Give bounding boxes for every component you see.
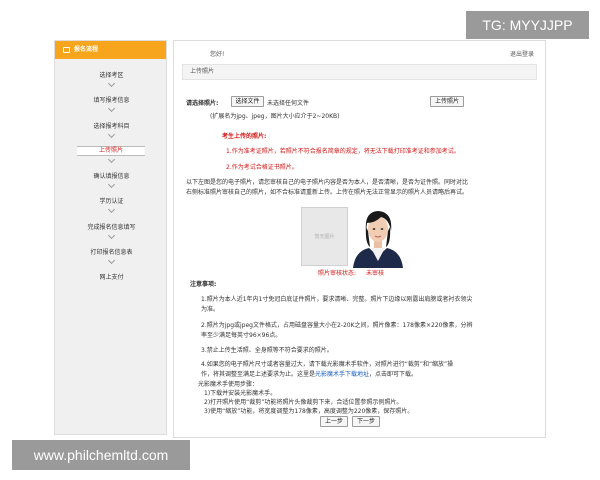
step-2: 2)打开照片使用“裁剪”功能将照片头像裁剪下来，合适位置参照示例照片。: [204, 399, 403, 406]
sidebar-item-degree-verify[interactable]: 学历认证: [55, 197, 168, 214]
section-title: 上传照片: [182, 64, 537, 80]
watermark-bottom: www.philchemltd.com: [12, 440, 190, 470]
chevron-down-icon: [107, 180, 116, 189]
step-1: 1)下载并安装光影魔术手。: [204, 390, 277, 397]
sidebar-item-label: 选择考区: [99, 72, 124, 79]
main-panel: 您好! 退出登录 上传照片 请选择照片: 选择文件 未选择任何文件 上传照片 (…: [173, 40, 546, 438]
logout-link[interactable]: 退出登录: [510, 49, 534, 58]
chevron-down-icon: [107, 205, 116, 214]
sidebar-item-confirm-info[interactable]: 确认填报信息: [55, 172, 168, 189]
sidebar-item-label: 完成报名信息填写: [87, 224, 136, 231]
note-4-text-end: ，点击即可下载。: [369, 371, 418, 378]
sidebar-item-label: 网上支付: [99, 274, 124, 281]
note-1-line-2: 为准。: [201, 306, 220, 313]
top-bar: 您好! 退出登录: [174, 41, 545, 63]
upload-label: 请选择照片:: [186, 100, 219, 107]
note-4-line-2: 作，将其调整至满足上述要求为止。这里是光影魔术手下载地址，点击即可下载。: [201, 369, 417, 378]
sidebar-item-label: 学历认证: [99, 198, 124, 205]
sample-portrait-image: [351, 203, 405, 268]
requirements-title: 考生上传的照片:: [222, 133, 267, 140]
list-icon: [63, 47, 70, 53]
download-link[interactable]: 光影魔术手下载地址: [315, 371, 369, 378]
note-2-line-2: 率至少满足每英寸96×96点。: [201, 332, 282, 339]
no-file-text: 未选择任何文件: [267, 100, 310, 107]
notes-title: 注意事项:: [190, 281, 217, 288]
sidebar-item-label: 填写报考信息: [93, 97, 130, 104]
sidebar-item-label: 选择报考科目: [93, 123, 130, 130]
chevron-down-icon: [107, 104, 116, 113]
sidebar-item-fill-info[interactable]: 填写报考信息: [55, 96, 168, 113]
file-format-hint: (扩展名为jpg、jpeg，图片大小应介于2~20KB): [210, 113, 340, 120]
sidebar-item-label: 打印报名信息表: [90, 249, 133, 256]
steps-title: 光影魔术手使用步骤：: [198, 381, 259, 388]
photo-status-value: 未审核: [366, 270, 385, 277]
step-3: 3)使用“缩放”功能，将宽度调整为178像素，高度调整为220像素，保存照片。: [204, 408, 414, 415]
prev-step-button[interactable]: 上一步: [320, 416, 348, 427]
sidebar-item-label: 确认填报信息: [93, 173, 130, 180]
sidebar-item-complete-info[interactable]: 完成报名信息填写: [55, 223, 168, 240]
uploaded-photo-placeholder: 暂无图片: [301, 207, 348, 266]
chevron-down-icon: [107, 231, 116, 240]
note-3: 3.禁止上传生活照、全身照等不符合要求的照片。: [201, 347, 333, 354]
sidebar-item-select-subjects[interactable]: 选择报考科目: [55, 122, 168, 139]
watermark-top: TG: MYYJJPP: [466, 11, 589, 39]
sidebar-item-select-region[interactable]: 选择考区: [55, 71, 168, 88]
upload-photo-button[interactable]: 上传照片: [430, 96, 464, 107]
requirement-2: 2.作为考试合格证书照片。: [226, 164, 298, 171]
chevron-down-icon: [107, 130, 116, 139]
chevron-down-icon: [107, 79, 116, 88]
sidebar-header: 报名流程: [55, 41, 166, 59]
sidebar-item-online-payment[interactable]: 网上支付: [55, 273, 168, 282]
intro-line-2: 右侧标准照片审核自己的照片，如不合标准请重新上传。上传在照片无法正常显示的照片人…: [186, 189, 469, 196]
greeting: 您好!: [210, 51, 225, 58]
sidebar-item-upload-photo[interactable]: 上传照片: [77, 146, 145, 164]
sidebar: 报名流程 选择考区 填写报考信息 选择报考科目 上传照片 确认填报信息 学历认证…: [54, 40, 167, 435]
requirement-1: 1.作为准考证照片，若照片不符合报名简章的规定，将无法下载打印准考证和参加考试。: [226, 148, 460, 155]
photo-status-label: 照片审核状态:: [318, 270, 357, 277]
chevron-down-icon: [107, 256, 116, 265]
next-step-button[interactable]: 下一步: [352, 416, 380, 427]
note-4-text: 作，将其调整至满足上述要求为止。这里是: [201, 371, 316, 378]
sidebar-title: 报名流程: [74, 46, 99, 53]
chevron-down-icon: [107, 155, 115, 164]
sidebar-item-print-form[interactable]: 打印报名信息表: [55, 248, 168, 265]
note-1-line-1: 1.照片为本人近1年内1寸免冠白底证件照片，要求清晰、完整。照片下边缘以刚露出肩…: [201, 296, 473, 303]
note-4-line-1: 4.如果您的电子照片尺寸或者容量过大，请下载光影魔术手软件，对照片进行“裁剪”和…: [201, 361, 454, 368]
intro-line-1: 以下左图是您的电子照片，请您审核自己的电子照片内容是否为本人，是否清晰，是否为证…: [186, 179, 469, 186]
note-2-line-1: 2.照片为jpg或jpeg文件格式，占用磁盘容量大小在2-20K之间，照片像素：…: [201, 322, 473, 329]
choose-file-button[interactable]: 选择文件: [231, 96, 264, 107]
